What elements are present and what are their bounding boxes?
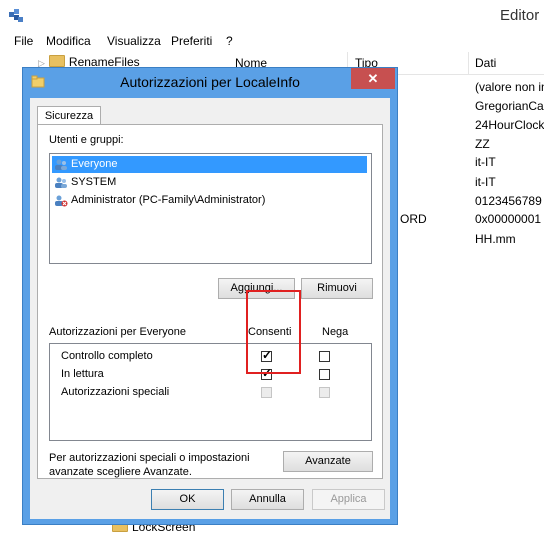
data-cell[interactable]: it-IT [475, 175, 496, 189]
permissions-label: Autorizzazioni per Everyone [49, 326, 186, 338]
user-disabled-icon [55, 195, 68, 207]
remove-button[interactable]: Rimuovi [301, 278, 373, 299]
menu-visualizza[interactable]: Visualizza [107, 34, 161, 48]
permission-special: Autorizzazioni speciali [61, 386, 170, 398]
data-cell[interactable]: HH.mm [475, 232, 516, 246]
security-tab-panel: Utenti e gruppi: Everyone SYSTEM Adminis… [37, 124, 383, 479]
advanced-text-line-2: avanzate scegliere Avanzate. [49, 466, 192, 478]
users-listbox[interactable]: Everyone SYSTEM Administrator (PC-Family… [49, 153, 372, 264]
tab-sicurezza[interactable]: Sicurezza [37, 106, 101, 125]
data-cell[interactable]: 24HourClock [475, 118, 544, 132]
editor-title: Editor [500, 7, 540, 24]
data-cell[interactable]: 0123456789 [475, 194, 542, 208]
deny-full-control-checkbox[interactable] [319, 351, 330, 362]
menu-preferiti[interactable]: Preferiti [171, 34, 212, 48]
close-button[interactable]: ✕ [351, 68, 395, 89]
menu-bar: File Modifica Visualizza Preferiti ? [0, 32, 544, 53]
deny-special-checkbox [319, 387, 330, 398]
data-cell[interactable]: (valore non in [475, 80, 544, 94]
advanced-text-line-1: Per autorizzazioni speciali o impostazio… [49, 452, 250, 464]
menu-help[interactable]: ? [226, 34, 233, 48]
type-cell: ORD [400, 212, 427, 226]
deny-header: Nega [322, 326, 349, 338]
advanced-button[interactable]: Avanzate [283, 451, 373, 472]
deny-read-checkbox[interactable] [319, 369, 330, 380]
close-icon: ✕ [367, 71, 379, 86]
data-cell[interactable]: 0x00000001 (1 [475, 212, 544, 226]
menu-file[interactable]: File [14, 34, 33, 48]
ok-button[interactable]: OK [151, 489, 224, 510]
folder-icon [48, 55, 65, 67]
users-group-icon [55, 159, 67, 170]
permissions-dialog: Autorizzazioni per LocaleInfo ✕ Sicurezz… [22, 67, 398, 525]
dialog-body: Sicurezza Utenti e gruppi: Everyone SYST… [30, 98, 390, 519]
editor-titlebar [0, 0, 544, 32]
column-dati[interactable]: Dati [475, 56, 496, 70]
user-administrator[interactable]: Administrator (PC-Family\Administrator) [52, 192, 265, 209]
data-cell[interactable]: ZZ [475, 137, 490, 151]
permission-read: In lettura [61, 368, 104, 380]
dialog-title: Autorizzazioni per LocaleInfo [120, 74, 300, 90]
user-system[interactable]: SYSTEM [52, 174, 116, 191]
data-cell[interactable]: GregorianCal [475, 99, 544, 113]
menu-modifica[interactable]: Modifica [46, 34, 91, 48]
apply-button: Applica [312, 489, 385, 510]
groups-label: Utenti e gruppi: [49, 134, 124, 146]
permissions-list: Controllo completo ✓ In lettura ✓ Autori… [49, 343, 372, 441]
users-group-icon [55, 177, 67, 188]
permission-full-control: Controllo completo [61, 350, 153, 362]
registry-editor-icon [9, 9, 23, 22]
user-everyone[interactable]: Everyone [52, 156, 367, 173]
data-cell[interactable]: it-IT [475, 155, 496, 169]
cancel-button[interactable]: Annulla [231, 489, 304, 510]
allow-special-checkbox [261, 387, 272, 398]
highlight-frame [246, 290, 301, 374]
dialog-titlebar[interactable]: Autorizzazioni per LocaleInfo ✕ [23, 68, 397, 98]
